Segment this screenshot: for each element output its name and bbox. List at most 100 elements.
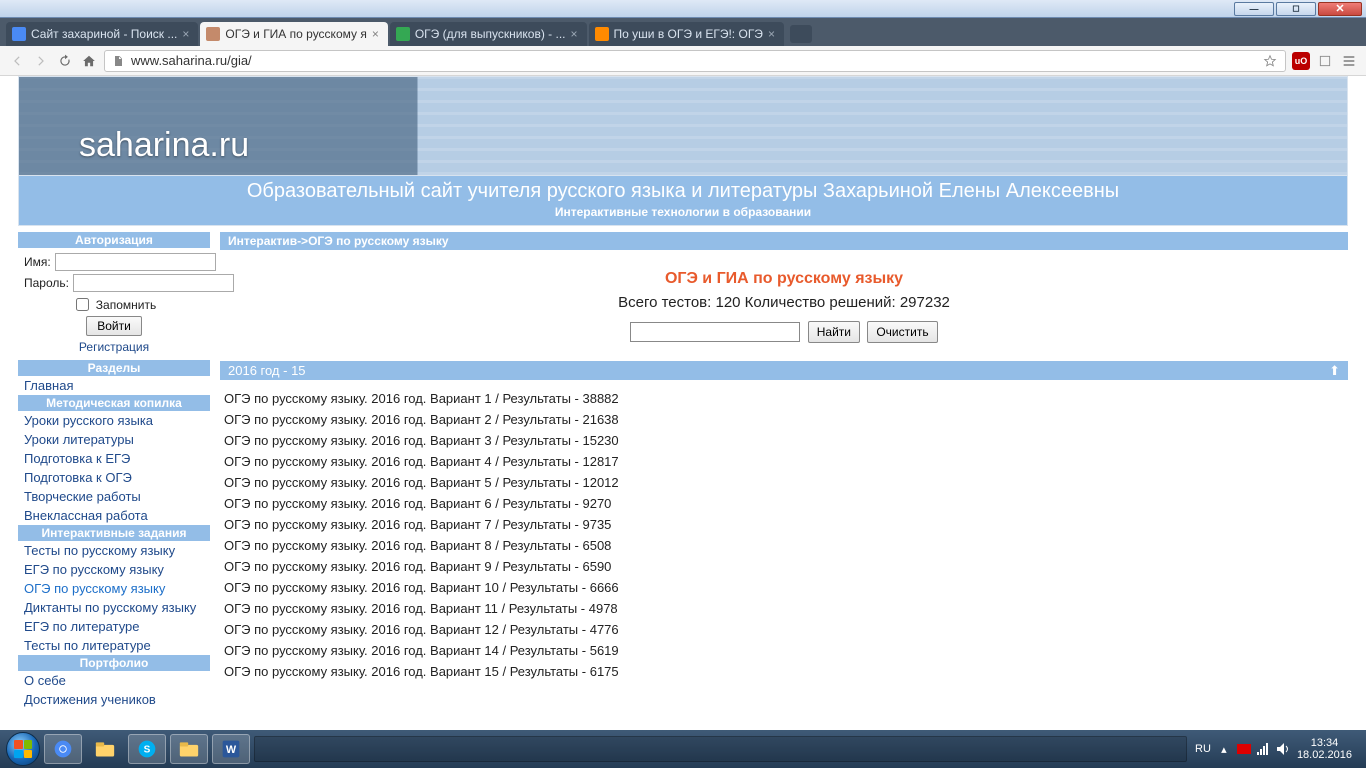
tray-flag-icon[interactable] xyxy=(1237,742,1251,756)
test-link[interactable]: ОГЭ по русскому языку. 2016 год. Вариант… xyxy=(224,643,619,658)
tests-search-input[interactable] xyxy=(630,322,800,342)
taskbar-word-icon[interactable]: W xyxy=(212,734,250,764)
clock-date: 18.02.2016 xyxy=(1297,749,1352,761)
sidebar-link[interactable]: ОГЭ по русскому языку xyxy=(18,579,210,598)
test-link[interactable]: ОГЭ по русскому языку. 2016 год. Вариант… xyxy=(224,391,619,406)
sidebar-link[interactable]: Творческие работы xyxy=(18,487,210,506)
tab-favicon xyxy=(396,27,410,41)
test-row: ОГЭ по русскому языку. 2016 год. Вариант… xyxy=(224,619,1344,640)
tab-close-icon[interactable]: × xyxy=(182,28,192,40)
search-find-button[interactable]: Найти xyxy=(808,321,860,343)
sidebar-link[interactable]: Внеклассная работа xyxy=(18,506,210,525)
sidebar-link[interactable]: Главная xyxy=(18,376,210,395)
test-link[interactable]: ОГЭ по русскому языку. 2016 год. Вариант… xyxy=(224,559,611,574)
test-row: ОГЭ по русскому языку. 2016 год. Вариант… xyxy=(224,556,1344,577)
test-link[interactable]: ОГЭ по русскому языку. 2016 год. Вариант… xyxy=(224,454,619,469)
url-input[interactable] xyxy=(129,52,1257,69)
test-link[interactable]: ОГЭ по русскому языку. 2016 год. Вариант… xyxy=(224,412,619,427)
ublock-extension-icon[interactable]: uO xyxy=(1292,52,1310,70)
test-link[interactable]: ОГЭ по русскому языку. 2016 год. Вариант… xyxy=(224,664,619,679)
test-link[interactable]: ОГЭ по русскому языку. 2016 год. Вариант… xyxy=(224,475,619,490)
browser-tab[interactable]: По уши в ОГЭ и ЕГЭ!: ОГЭ × xyxy=(589,22,784,46)
login-name-input[interactable] xyxy=(55,253,216,271)
tab-favicon xyxy=(206,27,220,41)
browser-tab[interactable]: ОГЭ (для выпускников) - ...× xyxy=(390,22,587,46)
extension-icon[interactable] xyxy=(1316,52,1334,70)
sidebar-link[interactable]: Подготовка к ОГЭ xyxy=(18,468,210,487)
new-tab-button[interactable] xyxy=(790,25,812,43)
window-buttons: — ◻ ✕ xyxy=(1234,2,1362,16)
sidebar-link[interactable]: ЕГЭ по русскому языку xyxy=(18,560,210,579)
test-row: ОГЭ по русскому языку. 2016 год. Вариант… xyxy=(224,472,1344,493)
sidebar-link[interactable]: Достижения учеников xyxy=(18,690,210,709)
taskbar-clock[interactable]: 13:34 18.02.2016 xyxy=(1297,737,1356,761)
name-label: Имя: xyxy=(24,255,51,269)
tray-network-icon[interactable] xyxy=(1257,742,1271,756)
collapse-arrow-icon[interactable]: ⬆ xyxy=(1329,363,1340,379)
tab-favicon xyxy=(12,27,26,41)
sidebar-link[interactable]: ЕГЭ по литературе xyxy=(18,617,210,636)
taskbar-folder-icon[interactable] xyxy=(170,734,208,764)
test-link[interactable]: ОГЭ по русскому языку. 2016 год. Вариант… xyxy=(224,538,611,553)
home-button[interactable] xyxy=(80,52,98,70)
section-port-header: Портфолио xyxy=(18,655,210,671)
auth-header: Авторизация xyxy=(18,232,210,248)
sidebar-link[interactable]: Уроки русского языка xyxy=(18,411,210,430)
sidebar: Авторизация Имя: Пароль: Запомнить xyxy=(18,232,210,709)
hamburger-menu-icon[interactable] xyxy=(1340,52,1358,70)
taskbar-chrome-icon[interactable] xyxy=(44,734,82,764)
reload-button[interactable] xyxy=(56,52,74,70)
login-password-input[interactable] xyxy=(73,274,234,292)
register-link[interactable]: Регистрация xyxy=(79,340,149,354)
page-viewport[interactable]: saharina.ru Образовательный сайт учителя… xyxy=(0,76,1366,730)
search-clear-button[interactable]: Очистить xyxy=(867,321,937,343)
remember-checkbox[interactable] xyxy=(76,298,89,311)
test-link[interactable]: ОГЭ по русскому языку. 2016 год. Вариант… xyxy=(224,622,619,637)
search-bar: Найти Очистить xyxy=(220,321,1348,343)
sidebar-link[interactable]: Диктанты по русскому языку xyxy=(18,598,210,617)
sidebar-link[interactable]: Уроки литературы xyxy=(18,430,210,449)
test-link[interactable]: ОГЭ по русскому языку. 2016 год. Вариант… xyxy=(224,517,611,532)
window-close-button[interactable]: ✕ xyxy=(1318,2,1362,16)
tab-favicon xyxy=(595,27,609,41)
language-indicator[interactable]: RU xyxy=(1195,743,1211,755)
test-link[interactable]: ОГЭ по русскому языку. 2016 год. Вариант… xyxy=(224,433,619,448)
test-link[interactable]: ОГЭ по русскому языку. 2016 год. Вариант… xyxy=(224,580,619,595)
sidebar-link[interactable]: Подготовка к ЕГЭ xyxy=(18,449,210,468)
tray-volume-icon[interactable] xyxy=(1277,742,1291,756)
test-link[interactable]: ОГЭ по русскому языку. 2016 год. Вариант… xyxy=(224,601,618,616)
sidebar-link[interactable]: Тесты по литературе xyxy=(18,636,210,655)
browser-tabstrip: Сайт захариной - Поиск ...×ОГЭ и ГИА по … xyxy=(0,18,1366,46)
back-button[interactable] xyxy=(8,52,26,70)
address-bar[interactable] xyxy=(104,50,1286,72)
clock-time: 13:34 xyxy=(1297,737,1352,749)
tray-chevron-icon[interactable]: ▴ xyxy=(1217,742,1231,756)
bookmark-star-icon[interactable] xyxy=(1261,52,1279,70)
browser-tab[interactable]: ОГЭ и ГИА по русскому я× xyxy=(200,22,387,46)
tab-title: Сайт захариной - Поиск ... xyxy=(31,27,177,41)
sidebar-link[interactable]: Тесты по русскому языку xyxy=(18,541,210,560)
test-row: ОГЭ по русскому языку. 2016 год. Вариант… xyxy=(224,640,1344,661)
window-minimize-button[interactable]: — xyxy=(1234,2,1274,16)
section-inter-header: Интерактивные задания xyxy=(18,525,210,541)
tests-group-header[interactable]: 2016 год - 15 ⬆ xyxy=(220,361,1348,380)
tab-close-icon[interactable]: × xyxy=(372,28,382,40)
taskbar-explorer-icon[interactable] xyxy=(86,734,124,764)
forward-button[interactable] xyxy=(32,52,50,70)
test-row: ОГЭ по русскому языку. 2016 год. Вариант… xyxy=(224,430,1344,451)
tab-close-icon[interactable]: × xyxy=(571,28,581,40)
login-button[interactable]: Войти xyxy=(86,316,142,336)
tab-title: По уши в ОГЭ и ЕГЭ!: ОГЭ xyxy=(614,27,763,41)
start-button[interactable] xyxy=(6,732,40,766)
window-maximize-button[interactable]: ◻ xyxy=(1276,2,1316,16)
test-link[interactable]: ОГЭ по русскому языку. 2016 год. Вариант… xyxy=(224,496,611,511)
browser-tab[interactable]: Сайт захариной - Поиск ... × xyxy=(6,22,198,46)
tests-group-label: 2016 год - 15 xyxy=(228,363,306,378)
nav-metod: Уроки русского языкаУроки литературыПодг… xyxy=(18,411,210,525)
sidebar-link[interactable]: О себе xyxy=(18,671,210,690)
test-row: ОГЭ по русскому языку. 2016 год. Вариант… xyxy=(224,661,1344,682)
tab-close-icon[interactable]: × xyxy=(768,28,778,40)
site-logo-text: saharina.ru xyxy=(19,126,249,175)
taskbar-skype-icon[interactable]: S xyxy=(128,734,166,764)
page-content: saharina.ru Образовательный сайт учителя… xyxy=(18,76,1348,709)
